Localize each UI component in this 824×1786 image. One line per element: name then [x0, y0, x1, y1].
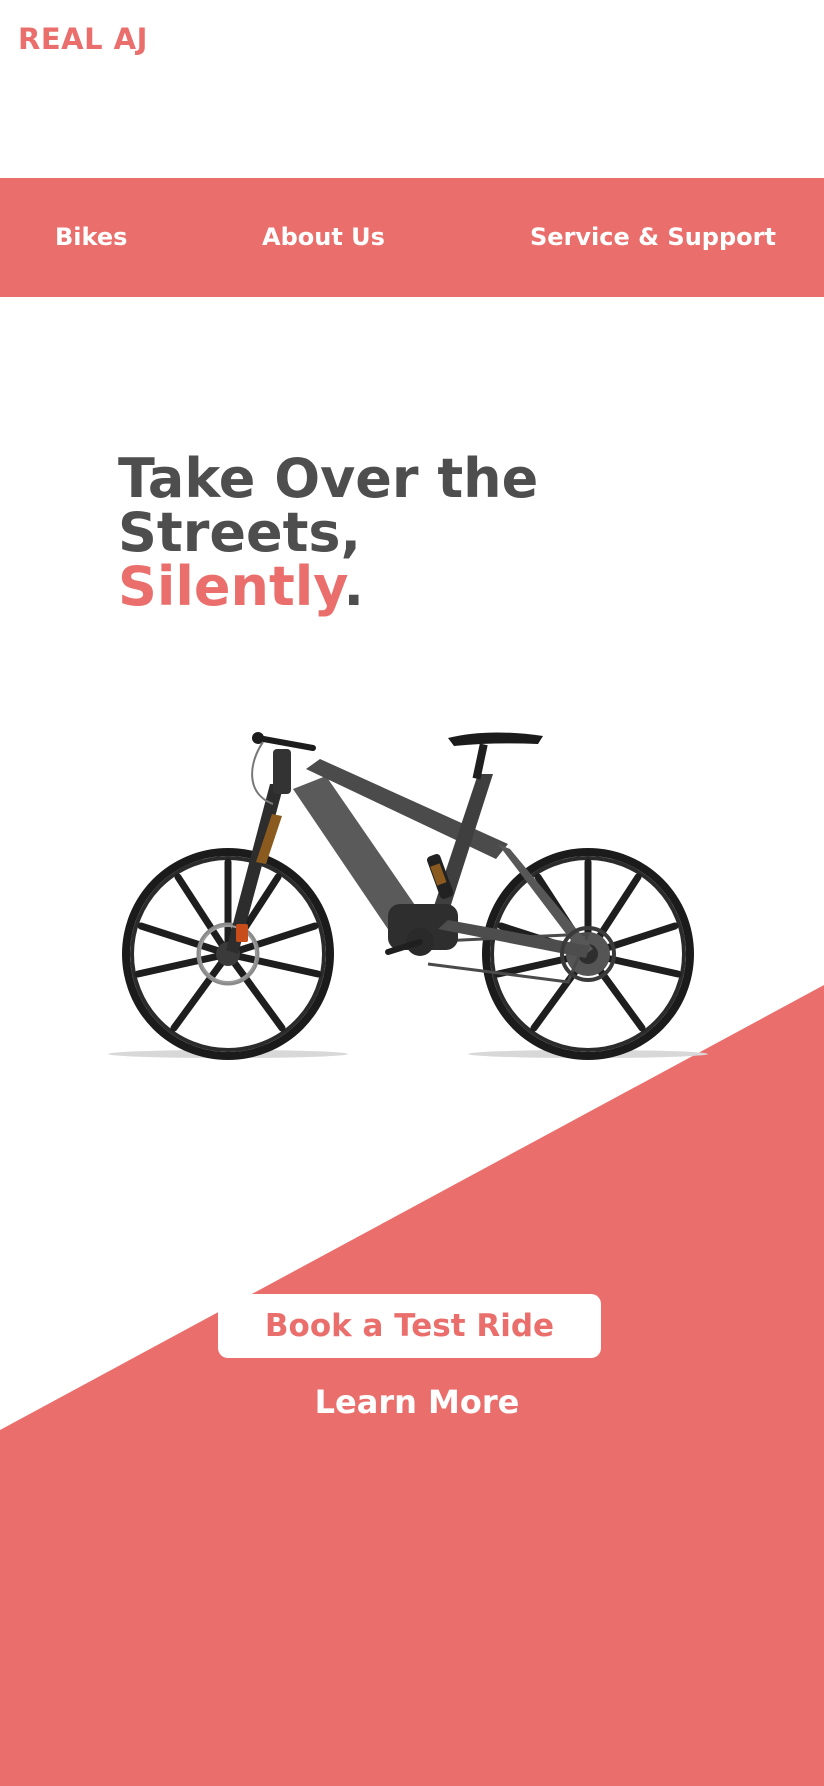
headline-line1: Take Over the Streets, — [118, 447, 539, 564]
page: REAL AJ Bikes About Us Service & Support… — [0, 0, 824, 1786]
bike-image — [108, 732, 708, 1060]
nav-item-service-support[interactable]: Service & Support — [530, 178, 776, 297]
front-wheel — [122, 848, 334, 1060]
headline-period: . — [343, 555, 365, 618]
rear-wheel — [482, 848, 694, 1060]
headline-accent: Silently — [118, 555, 344, 618]
nav-item-about-us[interactable]: About Us — [262, 178, 385, 297]
learn-more-link[interactable]: Learn More — [218, 1383, 616, 1421]
hero-headline: Take Over the Streets, Silently. — [118, 452, 798, 614]
nav-item-bikes[interactable]: Bikes — [55, 178, 127, 297]
brand-logo[interactable]: REAL AJ — [18, 22, 148, 56]
main-nav: Bikes About Us Service & Support — [0, 178, 824, 297]
book-test-ride-button[interactable]: Book a Test Ride — [218, 1294, 601, 1358]
